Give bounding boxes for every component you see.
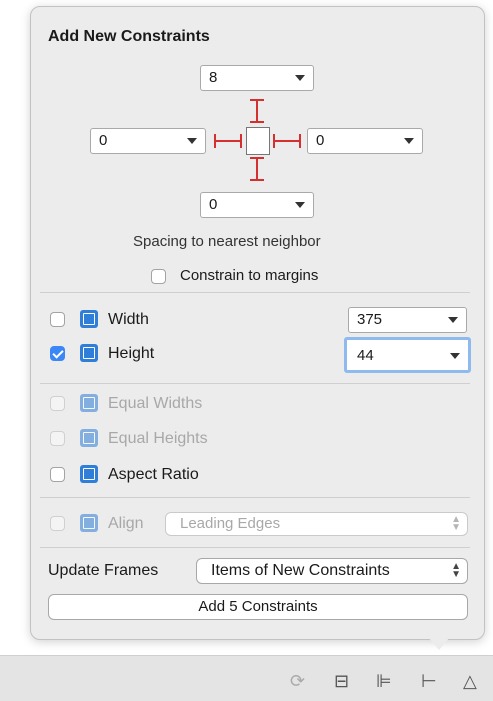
update-frames-label: Update Frames	[48, 562, 159, 579]
height-value: 44	[357, 347, 374, 364]
height-icon	[80, 344, 98, 362]
align-label: Align	[108, 515, 144, 532]
selected-view-box	[246, 127, 270, 155]
separator	[40, 383, 470, 384]
stack-icon[interactable]: ⊟	[334, 671, 349, 692]
align-select[interactable]: Leading Edges ▲ ▼	[165, 512, 468, 536]
spacing-caption: Spacing to nearest neighbor	[133, 233, 321, 250]
left-spacing-select[interactable]: 0	[90, 128, 206, 154]
height-checkbox[interactable]	[50, 346, 65, 361]
chevron-down-icon	[450, 353, 460, 359]
width-value-select[interactable]: 375	[348, 307, 467, 333]
chevron-down-icon	[295, 75, 305, 81]
right-spacing-select[interactable]: 0	[307, 128, 423, 154]
equal-heights-label: Equal Heights	[108, 430, 208, 447]
height-label: Height	[108, 345, 155, 362]
chevron-down-icon	[295, 202, 305, 208]
equal-heights-icon	[80, 429, 98, 447]
equal-widths-icon	[80, 394, 98, 412]
pin-icon[interactable]: ⊢	[421, 671, 437, 692]
popover-arrow	[422, 630, 456, 650]
aspect-ratio-checkbox[interactable]	[50, 467, 65, 482]
width-label: Width	[108, 311, 149, 328]
resolve-icon[interactable]: △	[463, 671, 477, 692]
width-icon	[80, 310, 98, 328]
add-constraints-button[interactable]: Add 5 Constraints	[48, 594, 468, 620]
width-checkbox[interactable]	[50, 312, 65, 327]
up-down-chevron-icon: ▲ ▼	[451, 561, 461, 580]
right-spacing-value: 0	[316, 132, 325, 149]
top-spacing-select[interactable]: 8	[200, 65, 314, 91]
left-spacing-value: 0	[99, 132, 108, 149]
separator	[40, 547, 470, 548]
constrain-margins-label: Constrain to margins	[180, 267, 319, 284]
align-icon	[80, 514, 98, 532]
refresh-icon[interactable]: ⟳	[290, 671, 305, 692]
aspect-ratio-icon	[80, 465, 98, 483]
aspect-ratio-label: Aspect Ratio	[108, 466, 199, 483]
equal-widths-checkbox[interactable]	[50, 396, 65, 411]
chevron-down-icon	[404, 138, 414, 144]
constrain-margins-checkbox[interactable]	[151, 269, 166, 284]
height-value-select[interactable]: 44	[344, 337, 471, 373]
chevron-down-icon	[448, 317, 458, 323]
equal-heights-checkbox[interactable]	[50, 431, 65, 446]
up-down-chevron-icon: ▲ ▼	[451, 514, 461, 533]
canvas-bottom-bar	[0, 655, 493, 701]
width-value: 375	[357, 311, 383, 328]
separator	[40, 292, 470, 293]
align-value: Leading Edges	[180, 515, 281, 532]
align-checkbox[interactable]	[50, 516, 65, 531]
bottom-spacing-select[interactable]: 0	[200, 192, 314, 218]
popover-title: Add New Constraints	[48, 28, 210, 45]
align-icon[interactable]: ⊫	[376, 671, 392, 692]
update-frames-value: Items of New Constraints	[211, 562, 390, 579]
top-spacing-value: 8	[209, 69, 218, 86]
bottom-spacing-value: 0	[209, 196, 218, 213]
equal-widths-label: Equal Widths	[108, 395, 203, 412]
separator	[40, 497, 470, 498]
update-frames-select[interactable]: Items of New Constraints ▲ ▼	[196, 558, 468, 584]
chevron-down-icon	[187, 138, 197, 144]
